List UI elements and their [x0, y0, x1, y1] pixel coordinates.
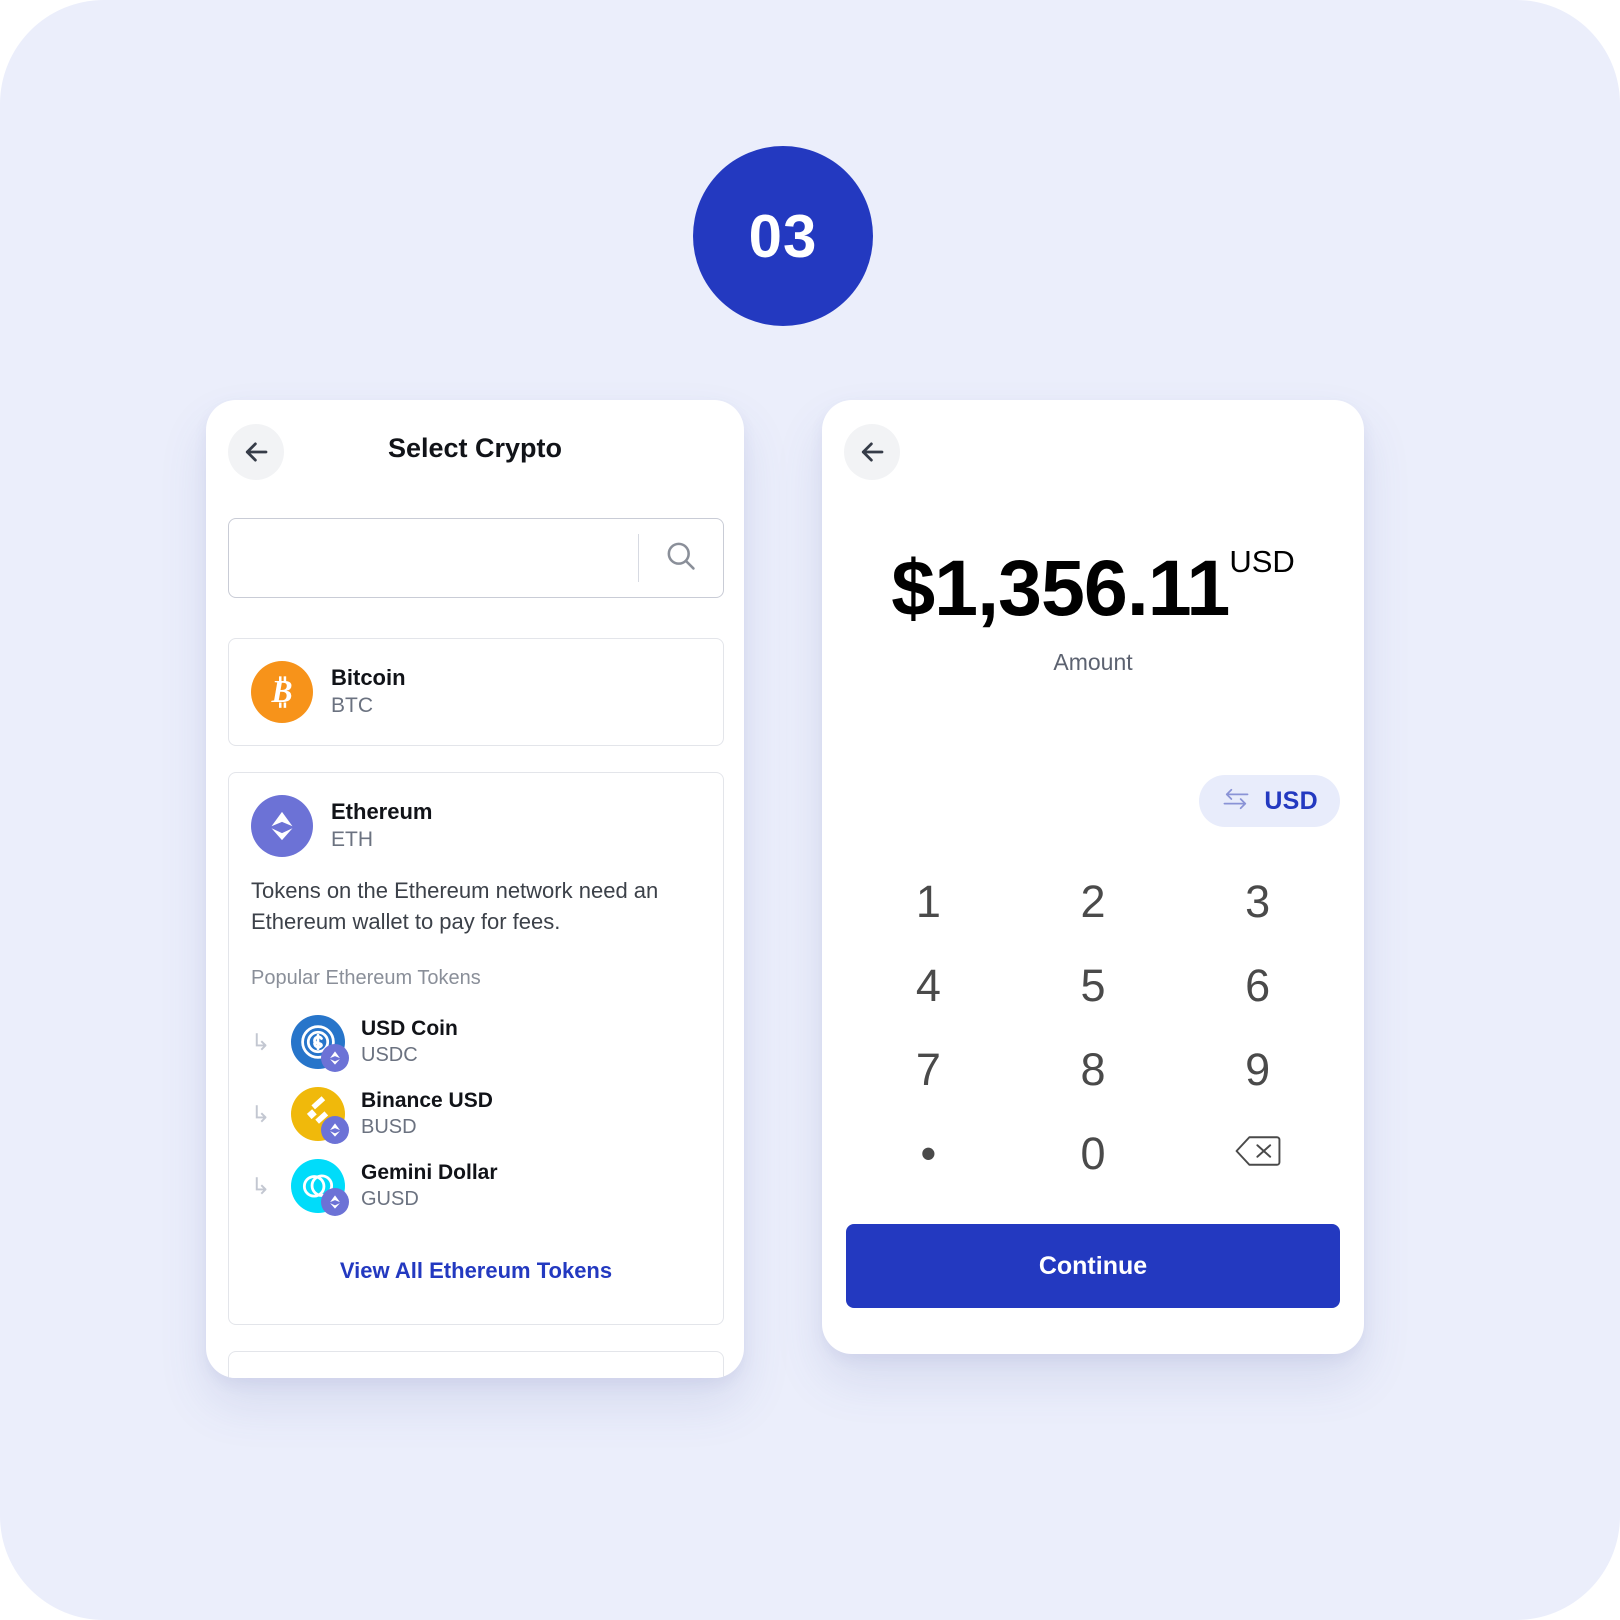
popular-tokens-list: ↳ USD Coin USDC ↳ Binance USD BUSD ↳ Gem… [229, 1006, 723, 1222]
token-symbol: BUSD [361, 1115, 417, 1138]
binance-usd-icon [291, 1087, 349, 1145]
currency-swap-chip[interactable]: USD [1199, 775, 1340, 827]
enter-amount-screen: $1,356.11USD Amount USD 1 2 3 4 5 6 7 8 … [822, 400, 1364, 1354]
token-text: USD Coin USDC [361, 1016, 458, 1069]
bitcoin-row: B Bitcoin BTC [229, 639, 723, 745]
amount-display: $1,356.11USD Amount [822, 546, 1364, 676]
amount-value-wrap: $1,356.11USD [891, 546, 1295, 627]
amount-currency: USD [1229, 543, 1295, 579]
view-all-ethereum-tokens-link[interactable]: View All Ethereum Tokens [229, 1222, 723, 1318]
swap-chip-label: USD [1264, 786, 1318, 815]
numeric-keypad: 1 2 3 4 5 6 7 8 9 • 0 [846, 860, 1340, 1196]
app-canvas: 03 Select Crypto B Bitcoin BTC Ethereum … [0, 0, 1620, 1620]
keypad-key-9[interactable]: 9 [1175, 1028, 1340, 1112]
arrow-left-icon [857, 437, 887, 467]
back-button-right[interactable] [844, 424, 900, 480]
gemini-dollar-icon [291, 1159, 349, 1217]
amount-label: Amount [1053, 649, 1133, 675]
keypad-key-2[interactable]: 2 [1011, 860, 1176, 944]
child-arrow-icon: ↳ [251, 1100, 271, 1127]
crypto-list: B Bitcoin BTC Ethereum ETH Tokens on the… [228, 638, 724, 1378]
ethereum-badge-icon [321, 1188, 349, 1217]
page-title: Select Crypto [387, 433, 563, 463]
ethereum-text: Ethereum ETH [331, 798, 432, 854]
crypto-item-ethereum[interactable]: Ethereum ETH Tokens on the Ethereum netw… [228, 772, 724, 1326]
keypad-key-1[interactable]: 1 [846, 860, 1011, 944]
token-symbol: GUSD [361, 1187, 419, 1210]
popular-tokens-heading: Popular Ethereum Tokens [251, 967, 481, 990]
backspace-icon [1234, 1128, 1282, 1180]
ethereum-row: Ethereum ETH [229, 773, 723, 879]
left-card-header: Select Crypto [206, 400, 744, 504]
usd-coin-icon [291, 1015, 349, 1073]
search-input[interactable] [229, 519, 638, 597]
step-badge-label: 03 [748, 202, 818, 270]
ethereum-badge-icon [321, 1116, 349, 1145]
token-symbol: USDC [361, 1043, 418, 1066]
right-card-header [822, 400, 1364, 504]
keypad-key-8[interactable]: 8 [1011, 1028, 1176, 1112]
coin-symbol: BTC [331, 693, 373, 717]
search-box[interactable] [228, 518, 724, 598]
next-crypto-item-partial[interactable] [228, 1351, 724, 1378]
child-arrow-icon: ↳ [251, 1028, 271, 1055]
bitcoin-icon: B [251, 661, 313, 723]
ethereum-description: Tokens on the Ethereum network need an E… [251, 878, 659, 935]
amount-value: $1,356.11 [891, 543, 1230, 632]
keypad-key-decimal[interactable]: • [846, 1112, 1011, 1196]
coin-name: Ethereum [331, 799, 433, 825]
swap-arrows-icon [1221, 786, 1251, 817]
crypto-item-bitcoin[interactable]: B Bitcoin BTC [228, 638, 724, 746]
ethereum-badge-icon [321, 1044, 349, 1073]
step-badge: 03 [693, 146, 873, 326]
keypad-key-5[interactable]: 5 [1011, 944, 1176, 1028]
continue-button[interactable]: Continue [846, 1224, 1340, 1308]
token-text: Gemini Dollar GUSD [361, 1160, 498, 1213]
keypad-key-0[interactable]: 0 [1011, 1112, 1176, 1196]
coin-name: Bitcoin [331, 665, 406, 691]
bitcoin-text: Bitcoin BTC [331, 664, 406, 720]
keypad-key-7[interactable]: 7 [846, 1028, 1011, 1112]
select-crypto-screen: Select Crypto B Bitcoin BTC Ethereum ETH… [206, 400, 744, 1378]
token-row[interactable]: ↳ [229, 1006, 723, 1078]
search-icon [663, 538, 699, 579]
keypad-key-3[interactable]: 3 [1175, 860, 1340, 944]
token-name: Binance USD [361, 1089, 493, 1113]
token-row[interactable]: ↳ [229, 1150, 723, 1222]
coin-symbol: ETH [331, 827, 373, 851]
keypad-key-backspace[interactable] [1175, 1112, 1340, 1196]
child-arrow-icon: ↳ [251, 1172, 271, 1199]
ethereum-icon [251, 795, 313, 857]
token-name: Gemini Dollar [361, 1161, 498, 1185]
token-row[interactable]: ↳ [229, 1078, 723, 1150]
token-text: Binance USD BUSD [361, 1088, 493, 1141]
keypad-key-6[interactable]: 6 [1175, 944, 1340, 1028]
keypad-key-4[interactable]: 4 [846, 944, 1011, 1028]
search-button[interactable] [639, 519, 723, 597]
token-name: USD Coin [361, 1017, 458, 1041]
